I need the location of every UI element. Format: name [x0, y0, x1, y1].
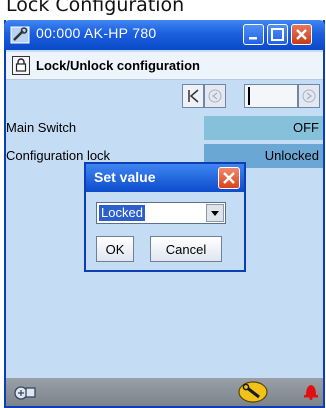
- padlock-icon: [12, 56, 30, 75]
- close-icon: [296, 29, 307, 40]
- maximize-button[interactable]: [267, 24, 288, 45]
- value-select-text: Locked: [99, 205, 145, 221]
- pager: [182, 84, 322, 108]
- alarm-bell-icon[interactable]: [303, 382, 319, 400]
- parameter-value[interactable]: OFF: [204, 116, 323, 140]
- set-value-dialog: Set value Locked OK Cancel: [84, 162, 246, 272]
- service-wrench-icon[interactable]: [238, 381, 268, 403]
- wrench-icon: [10, 26, 30, 44]
- dropdown-button[interactable]: [206, 204, 224, 222]
- previous-page-button[interactable]: [204, 84, 226, 108]
- page-caption: Lock Configuration: [6, 0, 185, 16]
- parameter-label: Configuration lock: [6, 148, 111, 163]
- page-title: Lock/Unlock configuration: [36, 58, 200, 73]
- page-slider[interactable]: [244, 84, 298, 108]
- cancel-button[interactable]: Cancel: [150, 236, 222, 262]
- first-page-icon: [188, 89, 199, 103]
- minimize-icon: [249, 37, 257, 40]
- next-page-button[interactable]: [298, 84, 320, 108]
- page-slider-thumb[interactable]: [248, 87, 250, 105]
- status-bar: [6, 378, 323, 406]
- maximize-icon: [271, 28, 284, 41]
- next-page-icon: [302, 89, 316, 103]
- value-select[interactable]: Locked: [96, 202, 226, 224]
- parameter-row-main-switch[interactable]: Main Switch OFF: [6, 116, 323, 140]
- window-title: 00:000 AK-HP 780: [36, 25, 157, 41]
- page-header: Lock/Unlock configuration: [6, 52, 323, 80]
- previous-page-icon: [208, 89, 222, 103]
- chevron-down-icon: [211, 211, 219, 216]
- network-icon[interactable]: [14, 382, 38, 402]
- minimize-button[interactable]: [243, 24, 264, 45]
- title-bar[interactable]: 00:000 AK-HP 780: [4, 20, 325, 50]
- dialog-close-button[interactable]: [218, 167, 240, 189]
- close-button[interactable]: [291, 24, 312, 45]
- close-icon: [223, 172, 235, 184]
- dialog-title: Set value: [94, 169, 156, 185]
- dialog-title-bar[interactable]: Set value: [86, 164, 244, 192]
- ok-button[interactable]: OK: [96, 236, 134, 262]
- first-page-button[interactable]: [182, 84, 204, 108]
- parameter-label: Main Switch: [6, 120, 77, 135]
